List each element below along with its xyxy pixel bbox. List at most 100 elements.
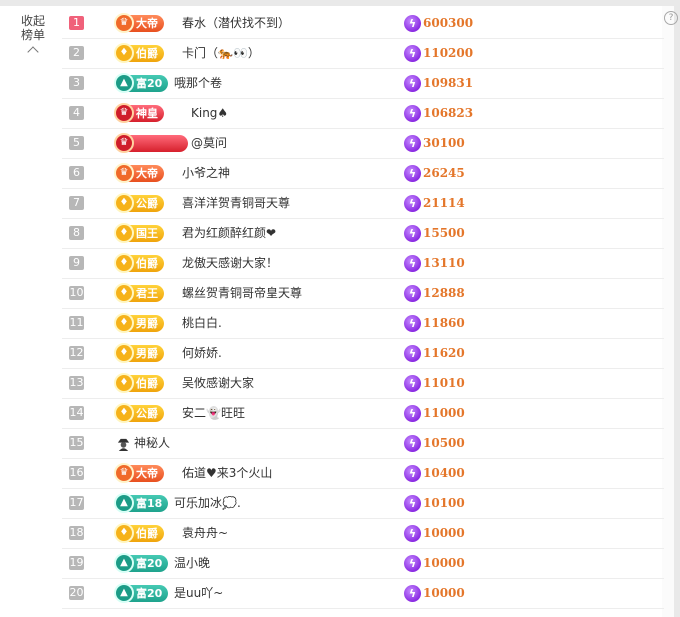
lightning-icon: ϟ — [404, 555, 421, 572]
lightning-icon: ϟ — [404, 435, 421, 452]
ranking-row[interactable]: 11 ♦ 男爵 桃白白. ϟ 11860 — [62, 309, 664, 339]
collapse-label-line1: 收起 — [20, 14, 45, 28]
level-badge: ▲ 富20 — [114, 583, 169, 603]
lightning-icon: ϟ — [404, 465, 421, 482]
ranking-row[interactable]: 12 ♦ 男爵 何娇娇. ϟ 11620 — [62, 339, 664, 369]
collapse-ranking-button[interactable]: 收起 榜单 — [8, 14, 58, 58]
ranking-row[interactable]: 20 ▲ 富20 是uu吖~ ϟ 10000 — [62, 579, 664, 609]
ranking-row[interactable]: 3 ▲ 富20 哦那个卷 ϟ 109831 — [62, 69, 664, 99]
user-name[interactable]: 君为红颜醉红颜❤ — [182, 219, 276, 248]
user-name[interactable]: 佑道♥来3个火山 — [182, 459, 272, 488]
level-badge: ▲ 富18 — [114, 493, 169, 513]
contribution-score: 10000 — [423, 586, 465, 600]
level-badge: ♦ 伯爵 — [114, 253, 164, 273]
level-badge: ♦ 男爵 — [114, 343, 164, 363]
contribution-score: 106823 — [423, 106, 474, 120]
user-name[interactable]: 小爷之神 — [182, 159, 230, 188]
user-name[interactable]: 可乐加冰💭. — [174, 489, 241, 518]
level-badge: ♦ 公爵 — [114, 193, 164, 213]
rank-number: 3 — [69, 76, 84, 90]
ranking-row[interactable]: 6 ♛ 大帝 小爷之神 ϟ 26245 — [62, 159, 664, 189]
crown-icon: ♛ — [114, 13, 134, 33]
user-name[interactable]: 桃白白. — [182, 309, 222, 338]
user-name[interactable]: 螺丝贺青铜哥帝皇天尊 — [182, 279, 302, 308]
help-icon[interactable]: ? — [664, 11, 678, 25]
flame-icon: ♦ — [114, 343, 134, 363]
contribution-score: 12888 — [423, 286, 465, 300]
ranking-row[interactable]: 10 ♦ 君王 螺丝贺青铜哥帝皇天尊 ϟ 12888 — [62, 279, 664, 309]
level-badge: ♦ 公爵 — [114, 403, 164, 423]
user-name[interactable]: 喜洋洋贺青铜哥天尊 — [182, 189, 290, 218]
level-badge: ♛ 大帝 — [114, 163, 164, 183]
rank-number: 14 — [69, 406, 84, 420]
user-name[interactable]: 神秘人 — [134, 429, 170, 458]
contribution-score: 13110 — [423, 256, 465, 270]
level-badge: ♦ 伯爵 — [114, 523, 164, 543]
user-name[interactable]: 温小晚 — [174, 549, 210, 578]
user-name[interactable]: 何娇娇. — [182, 339, 222, 368]
lightning-icon: ϟ — [404, 375, 421, 392]
ranking-row[interactable]: 9 ♦ 伯爵 龙傲天感谢大家！ ϟ 13110 — [62, 249, 664, 279]
rank-number: 11 — [69, 316, 84, 330]
rank-number: 5 — [69, 136, 84, 150]
rank-number: 10 — [69, 286, 84, 300]
flame-icon: ♦ — [114, 403, 134, 423]
contribution-score: 11860 — [423, 316, 465, 330]
rank-number: 20 — [69, 586, 84, 600]
contribution-score: 10000 — [423, 556, 465, 570]
user-name[interactable]: 安二👻旺旺 — [182, 399, 245, 428]
ranking-row[interactable]: 17 ▲ 富18 可乐加冰💭. ϟ 10100 — [62, 489, 664, 519]
user-name[interactable]: 卡门（🐅👀） — [182, 39, 260, 68]
mystery-person-icon — [117, 438, 130, 451]
level-badge: ♛ 大帝 — [114, 463, 164, 483]
ranking-row[interactable]: 7 ♦ 公爵 喜洋洋贺青铜哥天尊 ϟ 21114 — [62, 189, 664, 219]
badge-label: 富18 — [136, 497, 163, 510]
ranking-row[interactable]: 2 ♦ 伯爵 卡门（🐅👀） ϟ 110200 — [62, 39, 664, 69]
level-badge: ♦ 伯爵 — [114, 373, 164, 393]
flame-icon: ♦ — [114, 313, 134, 333]
chevron-up-icon — [27, 46, 39, 58]
ranking-row[interactable]: 1 ♛ 大帝 春水（潜伏找不到） ϟ 600300 — [62, 9, 664, 39]
crown-icon: ♛ — [114, 163, 134, 183]
user-name[interactable]: 吴攸感谢大家 — [182, 369, 254, 398]
badge-label: 神皇 — [136, 107, 158, 120]
ranking-row[interactable]: 14 ♦ 公爵 安二👻旺旺 ϟ 11000 — [62, 399, 664, 429]
ranking-list: 1 ♛ 大帝 春水（潜伏找不到） ϟ 600300 2 ♦ 伯爵 卡门（🐅👀） ϟ 110200 3 ▲ 富… — [62, 9, 664, 609]
contribution-score: 26245 — [423, 166, 465, 180]
badge-label: 大帝 — [136, 17, 158, 30]
flame-icon: ♦ — [114, 373, 134, 393]
user-name[interactable]: King♠ — [191, 99, 228, 128]
ranking-row[interactable]: 16 ♛ 大帝 佑道♥来3个火山 ϟ 10400 — [62, 459, 664, 489]
contribution-score: 600300 — [423, 16, 474, 30]
lightning-icon: ϟ — [404, 345, 421, 362]
level-badge: ♛ — [114, 133, 188, 153]
user-name[interactable]: 哦那个卷 — [174, 69, 222, 98]
contribution-score: 30100 — [423, 136, 465, 150]
level-badge: ▲ 富20 — [114, 73, 169, 93]
rank-number: 12 — [69, 346, 84, 360]
ranking-row[interactable]: 4 ♛ 神皇 King♠ ϟ 106823 — [62, 99, 664, 129]
rank-number: 18 — [69, 526, 84, 540]
lightning-icon: ϟ — [404, 45, 421, 62]
mountain-icon: ▲ — [114, 493, 134, 513]
user-name[interactable]: 春水（潜伏找不到） — [182, 9, 290, 38]
ranking-row[interactable]: 19 ▲ 富20 温小晚 ϟ 10000 — [62, 549, 664, 579]
user-name[interactable]: @莫问 — [191, 129, 227, 158]
user-name[interactable]: 龙傲天感谢大家！ — [182, 249, 278, 278]
ranking-row[interactable]: 8 ♦ 国王 君为红颜醉红颜❤ ϟ 15500 — [62, 219, 664, 249]
lightning-icon: ϟ — [404, 525, 421, 542]
badge-label: 伯爵 — [136, 527, 158, 540]
rank-number: 4 — [69, 106, 84, 120]
level-badge: ♦ 君王 — [114, 283, 164, 303]
ranking-row[interactable]: 5 ♛ @莫问 ϟ 30100 — [62, 129, 664, 159]
ranking-row[interactable]: 15 神秘人 ϟ 10500 — [62, 429, 664, 459]
rank-number: 2 — [69, 46, 84, 60]
badge-label: 伯爵 — [136, 257, 158, 270]
ranking-row[interactable]: 18 ♦ 伯爵 袁舟舟~ ϟ 10000 — [62, 519, 664, 549]
top-border — [0, 0, 680, 6]
badge-label: 国王 — [136, 227, 158, 240]
user-name[interactable]: 是uu吖~ — [174, 579, 223, 608]
lightning-icon: ϟ — [404, 75, 421, 92]
user-name[interactable]: 袁舟舟~ — [182, 519, 228, 548]
ranking-row[interactable]: 13 ♦ 伯爵 吴攸感谢大家 ϟ 11010 — [62, 369, 664, 399]
